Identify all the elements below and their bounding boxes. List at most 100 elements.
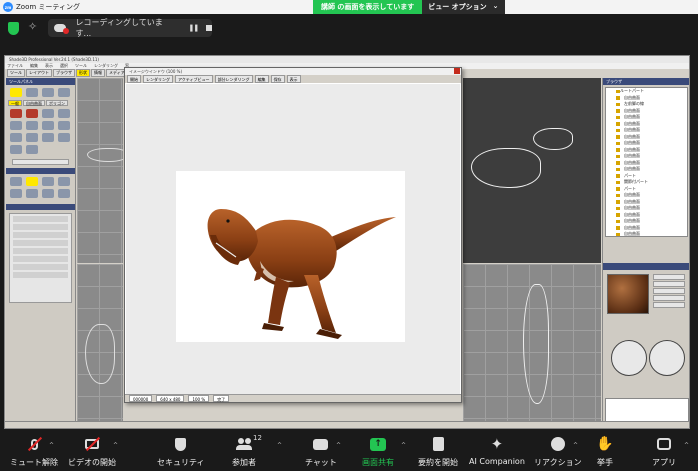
sphere-tool-icon[interactable] bbox=[42, 121, 54, 130]
move-tool-grid bbox=[6, 174, 75, 201]
image-toolbar-item-3[interactable]: 部分レンダリング bbox=[214, 75, 253, 83]
reactions-button[interactable]: リアクション bbox=[534, 436, 582, 468]
option-row[interactable] bbox=[13, 232, 68, 238]
tool-tab-0[interactable]: 一般 bbox=[8, 100, 22, 106]
image-toolbar-item-4[interactable]: 編集 bbox=[254, 75, 269, 83]
rotate-tool-icon[interactable] bbox=[42, 177, 54, 186]
rectangle-tool-icon[interactable] bbox=[42, 109, 54, 118]
mirror-tool-icon[interactable] bbox=[26, 189, 38, 198]
torus-tool-icon[interactable] bbox=[10, 133, 22, 142]
camera-tool-icon[interactable] bbox=[42, 133, 54, 142]
top-view[interactable] bbox=[77, 78, 123, 263]
shear-tool-icon[interactable] bbox=[58, 177, 70, 186]
apps-chevron-icon[interactable]: ^ bbox=[684, 442, 689, 449]
box-tool-icon[interactable] bbox=[10, 121, 22, 130]
tree-node[interactable]: 自由曲面 bbox=[606, 231, 687, 236]
apps-button[interactable]: アプリ bbox=[652, 436, 676, 468]
sparkle-icon[interactable]: ✧ bbox=[28, 20, 37, 33]
video-options-chevron-icon[interactable]: ^ bbox=[113, 442, 118, 449]
share-screen-button[interactable]: ↑ 画面共有 bbox=[362, 436, 394, 468]
material-option[interactable] bbox=[653, 281, 685, 287]
shade-toolbar-item-1[interactable]: レイアウト bbox=[26, 69, 52, 77]
audio-options-chevron-icon[interactable]: ^ bbox=[49, 442, 54, 449]
image-status-field-2[interactable]: 100 % bbox=[188, 395, 210, 402]
image-window-toolbar: 開始 レンダリング アクティブビュー 部分レンダリング 編集 保存 表示 bbox=[125, 75, 461, 83]
side-view[interactable] bbox=[463, 264, 601, 426]
ai-companion-button[interactable]: ✦ AI Companion bbox=[469, 436, 525, 466]
participants-chevron-icon[interactable]: ^ bbox=[277, 442, 282, 449]
image-status-field-1[interactable]: 640 x 480 bbox=[156, 395, 185, 402]
option-row[interactable] bbox=[13, 264, 68, 270]
image-toolbar-item-2[interactable]: アクティブビュー bbox=[175, 75, 213, 83]
cone-tool-icon[interactable] bbox=[58, 121, 70, 130]
sweep-tool-icon[interactable] bbox=[10, 145, 22, 154]
option-row[interactable] bbox=[13, 216, 68, 222]
create-tool-icon[interactable] bbox=[10, 88, 22, 97]
shade-toolbar-item-3[interactable]: 形状 bbox=[76, 69, 90, 77]
option-row[interactable] bbox=[13, 272, 68, 278]
light-tool-icon[interactable] bbox=[26, 133, 38, 142]
image-toolbar-item-6[interactable]: 表示 bbox=[286, 75, 301, 83]
image-status-field-0[interactable]: 000000 bbox=[129, 395, 153, 402]
tool-tab-1[interactable]: 自由曲面 bbox=[23, 100, 45, 106]
view-options-button[interactable]: ビュー オプション ⌄ bbox=[422, 0, 505, 14]
image-toolbar-item-1[interactable]: レンダリング bbox=[143, 75, 173, 83]
tool-tabs: 一般 自由曲面 ポリゴン bbox=[6, 100, 75, 106]
security-button[interactable]: セキュリティ bbox=[157, 436, 205, 468]
camera-direction-globe[interactable] bbox=[649, 340, 685, 376]
chat-chevron-icon[interactable]: ^ bbox=[336, 442, 341, 449]
part-tool-icon[interactable] bbox=[42, 88, 54, 97]
tool-panel-title: ツールパネル bbox=[6, 78, 75, 85]
material-option[interactable] bbox=[653, 288, 685, 294]
image-toolbar-item-0[interactable]: 開始 bbox=[127, 75, 141, 83]
summary-button[interactable]: 要約を開始 bbox=[418, 436, 458, 468]
make-shape-button[interactable] bbox=[12, 159, 69, 165]
participants-icon: 12 bbox=[236, 434, 262, 452]
shade-toolbar-item-0[interactable]: ツール bbox=[7, 69, 25, 77]
revolve-tool-icon[interactable] bbox=[26, 145, 38, 154]
image-toolbar-item-5[interactable]: 保存 bbox=[270, 75, 285, 83]
material-option[interactable] bbox=[653, 302, 685, 308]
trex-leg-left bbox=[268, 277, 290, 325]
image-status-field-3[interactable]: 完了 bbox=[213, 395, 230, 402]
reactions-chevron-icon[interactable]: ^ bbox=[573, 442, 578, 449]
tool-panel: ツールパネル 一般 自由曲面 ポリゴン bbox=[6, 78, 76, 428]
copy-tool-icon[interactable] bbox=[10, 189, 22, 198]
option-row[interactable] bbox=[13, 240, 68, 246]
raise-hand-button[interactable]: ✋ 挙手 bbox=[596, 436, 613, 468]
light-direction-globe[interactable] bbox=[611, 340, 647, 376]
text-tool-icon[interactable] bbox=[58, 133, 70, 142]
modify-tool-icon[interactable] bbox=[26, 88, 38, 97]
align-tool-icon[interactable] bbox=[42, 189, 54, 198]
scale-tool-icon[interactable] bbox=[26, 177, 38, 186]
trex-eye bbox=[226, 219, 230, 223]
option-row[interactable] bbox=[13, 256, 68, 262]
share-chevron-icon[interactable]: ^ bbox=[401, 442, 406, 449]
move-tool-icon[interactable] bbox=[10, 177, 22, 186]
stop-recording-icon[interactable] bbox=[206, 25, 212, 31]
curve-tool-icon[interactable] bbox=[26, 109, 38, 118]
material-option[interactable] bbox=[653, 295, 685, 301]
start-video-button[interactable]: ビデオの開始 bbox=[68, 436, 116, 468]
line-tool-icon[interactable] bbox=[10, 109, 22, 118]
tool-tab-2[interactable]: ポリゴン bbox=[46, 100, 68, 106]
view-tool-icon[interactable] bbox=[58, 88, 70, 97]
cylinder-tool-icon[interactable] bbox=[26, 121, 38, 130]
snap-tool-icon[interactable] bbox=[58, 189, 70, 198]
encryption-shield-icon[interactable] bbox=[8, 22, 19, 35]
option-row[interactable] bbox=[13, 224, 68, 230]
chat-button[interactable]: チャット bbox=[305, 436, 337, 468]
shade-toolbar-item-2[interactable]: ブラウザ bbox=[53, 69, 75, 77]
option-row[interactable] bbox=[13, 248, 68, 254]
render-result bbox=[176, 171, 405, 342]
front-view[interactable] bbox=[77, 264, 123, 426]
options-header bbox=[6, 204, 75, 210]
pause-recording-icon[interactable]: ❚❚ bbox=[188, 24, 199, 32]
material-option[interactable] bbox=[653, 274, 685, 280]
participants-button[interactable]: 12 参加者 bbox=[232, 434, 262, 468]
shade-toolbar-item-4[interactable]: 情報 bbox=[91, 69, 105, 77]
perspective-view[interactable] bbox=[463, 78, 601, 263]
close-icon[interactable] bbox=[454, 68, 460, 74]
circle-tool-icon[interactable] bbox=[58, 109, 70, 118]
unmute-button[interactable]: ミュート解除 bbox=[10, 436, 58, 468]
